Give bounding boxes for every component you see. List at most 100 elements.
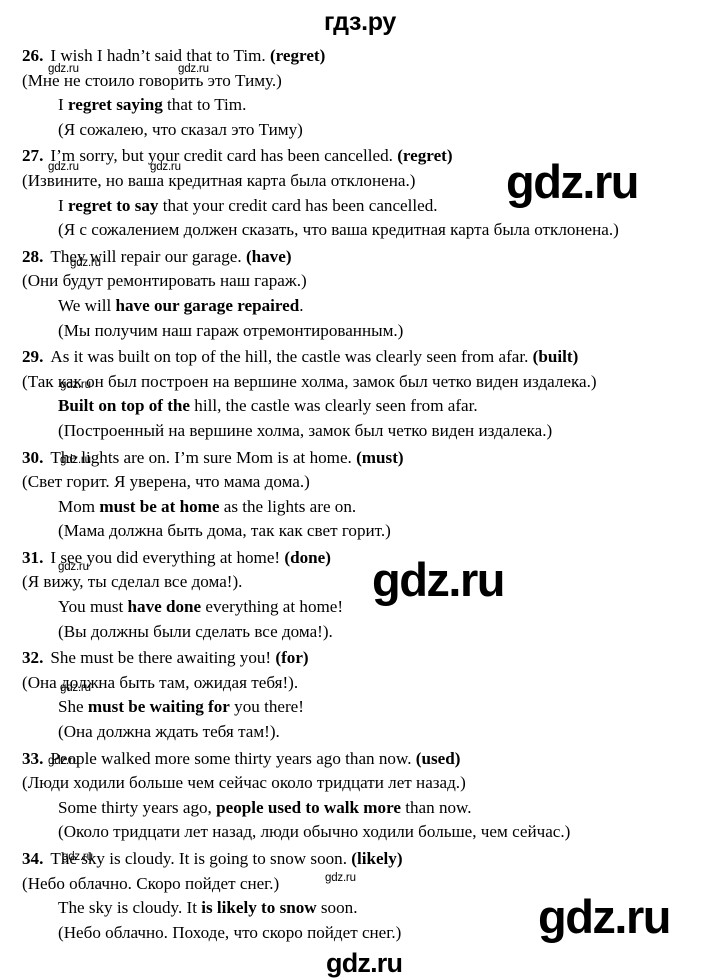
- exercise-list: 26. I wish I hadn’t said that to Tim. (re…: [0, 44, 720, 945]
- prompt-translation-ru: (Мне не стоило говорить это Тиму.): [22, 70, 282, 90]
- prompt-translation-ru: (Небо облачно. Скоро пойдет снег.): [22, 873, 280, 893]
- answer-prefix: You must: [58, 597, 128, 617]
- answer-en: I regret to say that your credit card ha…: [22, 194, 706, 219]
- exercise-prompt-en: 33. People walked more some thirty years …: [22, 747, 706, 772]
- answer-translation-ru: (Я с сожалением должен сказать, что ваша…: [58, 220, 619, 240]
- exercise-item: 32. She must be there awaiting you! (for)…: [0, 646, 720, 744]
- answer-translation-ru: (Мама должна быть дома, так как свет гор…: [58, 521, 391, 541]
- prompt-translation-ru: (Она должна быть там, ожидая тебя!).: [22, 672, 299, 692]
- answer-suffix: as the lights are on.: [219, 496, 357, 516]
- exercise-number: 33.: [22, 748, 44, 768]
- exercise-item: 34. The sky is cloudy. It is going to sno…: [0, 847, 720, 945]
- exercise-prompt-en: 30. The lights are on. I’m sure Mom is at…: [22, 446, 706, 471]
- prompt-translation-ru: (Я вижу, ты сделал все дома!).: [22, 572, 243, 592]
- answer-prefix: She: [58, 697, 88, 717]
- exercise-number: 34.: [22, 849, 44, 868]
- answer-translation-ru: (Мы получим наш гараж отремонтированным.…: [58, 320, 404, 340]
- site-logo[interactable]: гдз.ру: [324, 9, 396, 35]
- prompt-text: I’m sorry, but your credit card has been…: [50, 146, 393, 166]
- answer-en: She must be waiting for you there!: [22, 695, 706, 720]
- answer-translation-ru: (Построенный на вершине холма, замок был…: [58, 420, 553, 440]
- answer-suffix: than now.: [400, 797, 472, 817]
- exercise-prompt-en: 31. I see you did everything at home! (do…: [22, 546, 706, 571]
- exercise-item: 29. As it was built on top of the hill, t…: [0, 345, 720, 443]
- answer-translation-ru: (Она должна ждать тебя там!).: [58, 722, 280, 742]
- exercise-item: 33. People walked more some thirty years …: [0, 747, 720, 845]
- exercise-number: 31.: [22, 547, 44, 567]
- answer-en: You must have done everything at home!: [22, 595, 706, 620]
- exercise-prompt-en: 27. I’m sorry, but your credit card has b…: [22, 144, 706, 169]
- answer-prefix: The sky is cloudy. It: [58, 898, 202, 918]
- answer-en: The sky is cloudy. It is likely to snow …: [22, 896, 706, 921]
- exercise-item: 26. I wish I hadn’t said that to Tim. (re…: [0, 44, 720, 142]
- prompt-translation-ru: (Так как он был построен на вершине холм…: [22, 371, 597, 391]
- answer-suffix: that to Tim.: [162, 95, 247, 115]
- answer-en: Built on top of the hill, the castle was…: [22, 394, 706, 419]
- answer-highlight: regret to say: [67, 195, 159, 215]
- prompt-text: The lights are on. I’m sure Mom is at ho…: [50, 447, 352, 467]
- prompt-text: People walked more some thirty years ago…: [50, 748, 412, 768]
- exercise-number: 29.: [22, 347, 44, 367]
- prompt-translation-ru: (Они будут ремонтировать наш гараж.): [22, 271, 307, 291]
- answer-suffix: everything at home!: [201, 597, 344, 617]
- exercise-prompt-en: 34. The sky is cloudy. It is going to sno…: [22, 847, 706, 872]
- exercise-item: 28. They will repair our garage. (have) (О…: [0, 245, 720, 343]
- prompt-text: She must be there awaiting you!: [50, 648, 272, 668]
- answer-suffix: you there!: [229, 697, 304, 717]
- prompt-translation-ru: (Извините, но ваша кредитная карта была …: [22, 170, 416, 190]
- prompt-text: As it was built on top of the hill, the …: [50, 347, 529, 367]
- answer-en: Some thirty years ago, people used to wa…: [22, 796, 706, 821]
- keyword-hint: (must): [356, 447, 404, 467]
- answer-suffix: soon.: [316, 898, 358, 918]
- answer-en: We will have our garage repaired.: [22, 294, 706, 319]
- prompt-translation-ru: (Люди ходили больше чем сейчас около три…: [22, 773, 466, 793]
- answer-translation-ru: (Около тридцати лет назад, люди обычно х…: [58, 822, 571, 842]
- answer-translation-ru: (Я сожалею, что сказал это Тиму): [58, 119, 303, 139]
- keyword-hint: (used): [415, 748, 461, 768]
- prompt-translation-ru: (Свет горит. Я уверена, что мама дома.): [22, 472, 310, 492]
- exercise-prompt-en: 26. I wish I hadn’t said that to Tim. (re…: [22, 44, 706, 69]
- answer-highlight: have our garage repaired: [115, 295, 300, 315]
- prompt-text: The sky is cloudy. It is going to snow s…: [50, 849, 347, 868]
- prompt-text: They will repair our garage.: [50, 246, 242, 266]
- prompt-text: I see you did everything at home!: [50, 547, 281, 567]
- keyword-hint: (for): [275, 648, 309, 668]
- answer-suffix: that your credit card has been cancelled…: [158, 195, 438, 215]
- exercise-number: 26.: [22, 46, 44, 65]
- answer-highlight: people used to walk more: [216, 797, 401, 817]
- keyword-hint: (likely): [351, 849, 403, 868]
- site-header: гдз.ру: [0, 0, 720, 44]
- answer-highlight: Built on top of the: [58, 396, 191, 416]
- answer-suffix: hill, the castle was clearly seen from a…: [190, 396, 478, 416]
- exercise-number: 27.: [22, 146, 44, 166]
- answer-sheet: 26. I wish I hadn’t said that to Tim. (re…: [0, 44, 720, 979]
- answer-prefix: Mom: [58, 496, 100, 516]
- prompt-text: I wish I hadn’t said that to Tim.: [50, 46, 266, 65]
- keyword-hint: (regret): [269, 46, 326, 65]
- exercise-number: 28.: [22, 246, 44, 266]
- answer-suffix: .: [299, 295, 304, 315]
- answer-prefix: I: [58, 195, 68, 215]
- answer-prefix: We will: [58, 295, 116, 315]
- exercise-prompt-en: 32. She must be there awaiting you! (for): [22, 646, 706, 671]
- exercise-prompt-en: 29. As it was built on top of the hill, t…: [22, 345, 706, 370]
- answer-prefix: I: [58, 95, 68, 115]
- answer-highlight: must be at home: [99, 496, 220, 516]
- exercise-item: 30. The lights are on. I’m sure Mom is at…: [0, 446, 720, 544]
- answer-prefix: Some thirty years ago,: [58, 797, 217, 817]
- answer-translation-ru: (Вы должны были сделать все дома!).: [58, 621, 333, 641]
- exercise-number: 30.: [22, 447, 44, 467]
- exercise-prompt-en: 28. They will repair our garage. (have): [22, 245, 706, 270]
- answer-en: Mom must be at home as the lights are on…: [22, 495, 706, 520]
- exercise-item: 31. I see you did everything at home! (do…: [0, 546, 720, 644]
- answer-highlight: is likely to snow: [201, 898, 317, 918]
- answer-highlight: have done: [127, 597, 202, 617]
- exercise-number: 32.: [22, 648, 44, 668]
- answer-highlight: regret saying: [67, 95, 163, 115]
- answer-translation-ru: (Небо облачно. Походе, что скоро пойдет …: [58, 922, 402, 942]
- keyword-hint: (built): [532, 347, 579, 367]
- keyword-hint: (done): [284, 547, 331, 567]
- answer-en: I regret saying that to Tim.: [22, 93, 706, 118]
- keyword-hint: (regret): [397, 146, 453, 166]
- exercise-item: 27. I’m sorry, but your credit card has b…: [0, 144, 720, 242]
